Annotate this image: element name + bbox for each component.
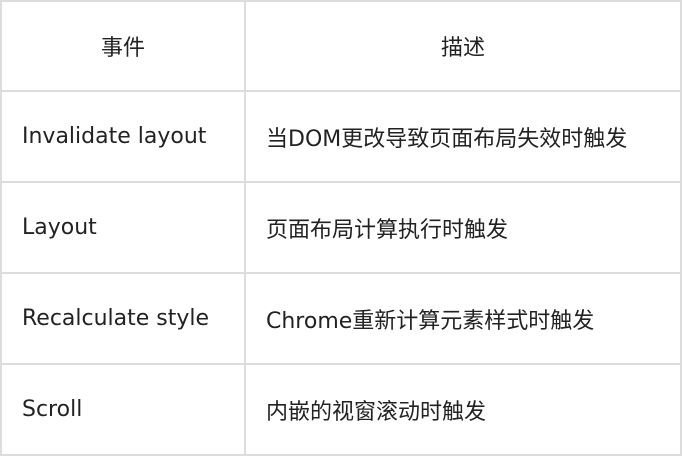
table-header-row: 事件 描述: [0, 0, 682, 92]
table-row: Layout 页面布局计算执行时触发: [0, 181, 682, 274]
event-cell: Layout: [0, 181, 246, 274]
header-description: 描述: [244, 0, 682, 92]
description-cell: 内嵌的视窗滚动时触发: [244, 363, 682, 456]
events-table: 事件 描述 Invalidate layout 当DOM更改导致页面布局失效时触…: [0, 0, 682, 456]
table-row: Recalculate style Chrome重新计算元素样式时触发: [0, 272, 682, 365]
description-cell: 当DOM更改导致页面布局失效时触发: [244, 90, 682, 183]
event-cell: Invalidate layout: [0, 90, 246, 183]
table-row: Invalidate layout 当DOM更改导致页面布局失效时触发: [0, 90, 682, 183]
event-cell: Scroll: [0, 363, 246, 456]
header-event: 事件: [0, 0, 246, 92]
event-cell: Recalculate style: [0, 272, 246, 365]
description-cell: 页面布局计算执行时触发: [244, 181, 682, 274]
description-cell: Chrome重新计算元素样式时触发: [244, 272, 682, 365]
table-row: Scroll 内嵌的视窗滚动时触发: [0, 363, 682, 456]
